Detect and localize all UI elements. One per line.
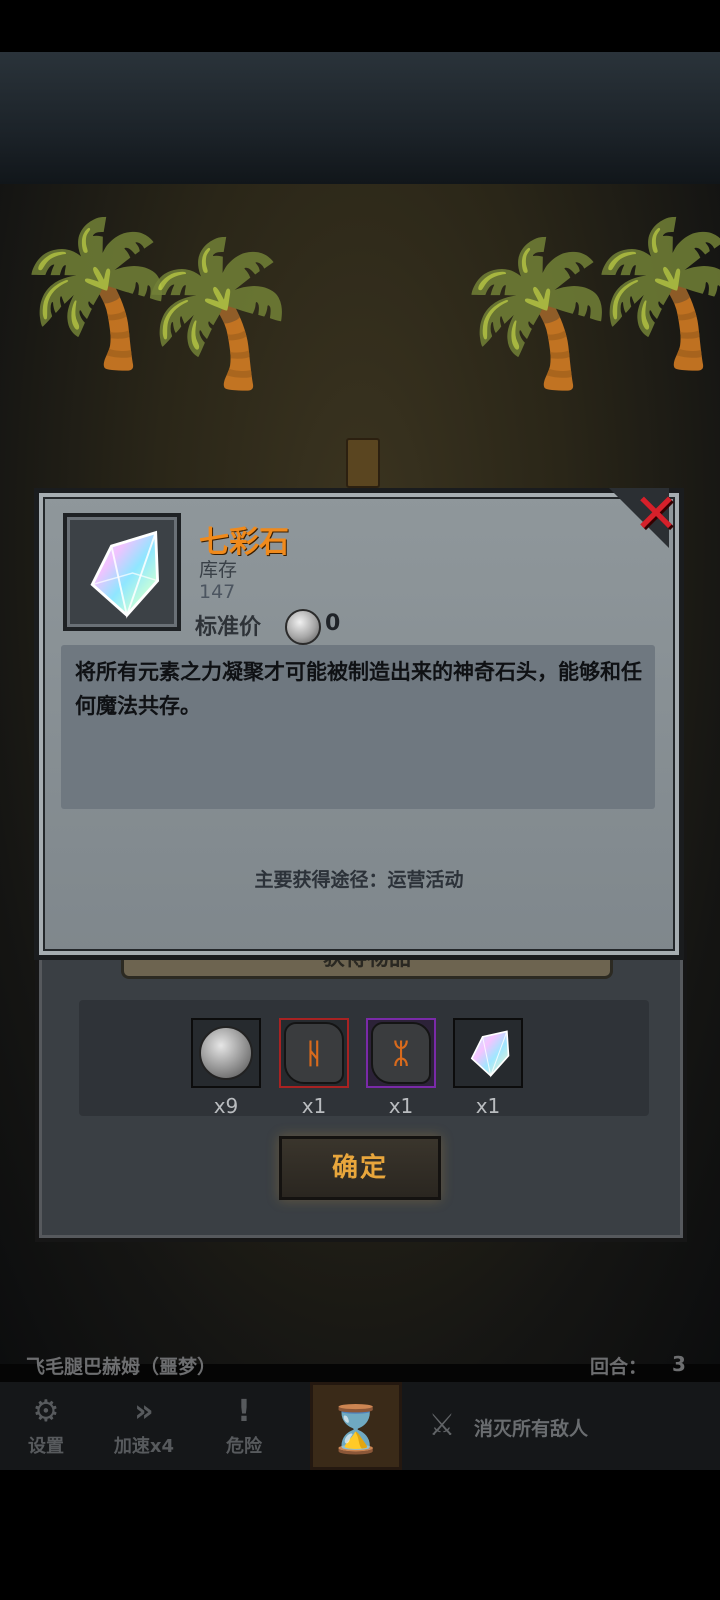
speed-label: 加速x4: [113, 1436, 175, 1457]
objective-text: 消灭所有敌人: [474, 1418, 589, 1440]
stock-value: 147: [199, 581, 236, 603]
danger-button[interactable]: ! 危险: [204, 1392, 284, 1464]
price-label: 标准价: [195, 615, 262, 640]
reward-qty: x1: [475, 1094, 501, 1118]
end-turn-button[interactable]: ⌛: [310, 1382, 402, 1470]
price-value: 0: [325, 611, 341, 636]
gear-icon: ⚙: [32, 1394, 60, 1429]
boss-name: 飞毛腿巴赫姆（噩梦）: [26, 1356, 217, 1378]
item-info-popup: 七彩石 库存 147 标准价 0 将所有元素之力凝聚才可能被制造出来的神奇石头，…: [34, 487, 684, 960]
reward-qty: x1: [301, 1094, 327, 1118]
close-icon: ✕: [633, 482, 679, 545]
danger-label: 危险: [226, 1436, 262, 1457]
hourglass-icon: ⌛: [327, 1402, 385, 1456]
stone-header: [0, 52, 720, 184]
totem-marker: [346, 438, 380, 488]
reward-panel: 获得物品 x9 ᚺ x1 ᛯ x1 x1 确定: [35, 940, 687, 1242]
reward-qty: x1: [388, 1094, 414, 1118]
round-value: 3: [672, 1352, 686, 1376]
reward-slot-crystal[interactable]: [453, 1018, 523, 1088]
palm-tree: 🌴: [580, 212, 720, 375]
reward-qty: x9: [213, 1094, 239, 1118]
reward-slot-rune[interactable]: ᛯ: [366, 1018, 436, 1088]
fire-rune-stone-icon: ᚺ: [284, 1022, 344, 1084]
settings-button[interactable]: ⚙ 设置: [6, 1392, 86, 1464]
item-source: 主要获得途径：运营活动: [254, 869, 464, 891]
round-label: 回合：: [590, 1356, 648, 1378]
stock-label: 库存: [199, 559, 238, 581]
palm-tree: 🌴: [130, 232, 305, 395]
reward-slot-coin[interactable]: [191, 1018, 261, 1088]
item-description: 将所有元素之力凝聚才可能被制造出来的神奇石头，能够和任何魔法共存。: [75, 660, 642, 718]
exclamation-icon: !: [237, 1394, 251, 1429]
fast-forward-icon: »: [134, 1394, 154, 1429]
rainbow-crystal-icon: [470, 1030, 510, 1078]
settings-label: 设置: [28, 1436, 64, 1457]
rune-stone-icon: ᛯ: [371, 1022, 431, 1084]
rainbow-crystal-icon: [90, 530, 160, 619]
item-icon-frame: [63, 513, 181, 631]
confirm-button[interactable]: 确定: [279, 1136, 441, 1200]
status-bar: [0, 0, 720, 52]
silver-coin-icon: [199, 1026, 253, 1080]
reward-slot-fire-rune[interactable]: ᚺ: [279, 1018, 349, 1088]
close-button[interactable]: ✕: [629, 487, 683, 541]
crossed-swords-icon: ⚔: [428, 1408, 456, 1443]
silver-coin-icon: [285, 609, 321, 645]
navigation-bar-area: [0, 1470, 720, 1600]
speed-button[interactable]: » 加速x4: [104, 1392, 184, 1464]
